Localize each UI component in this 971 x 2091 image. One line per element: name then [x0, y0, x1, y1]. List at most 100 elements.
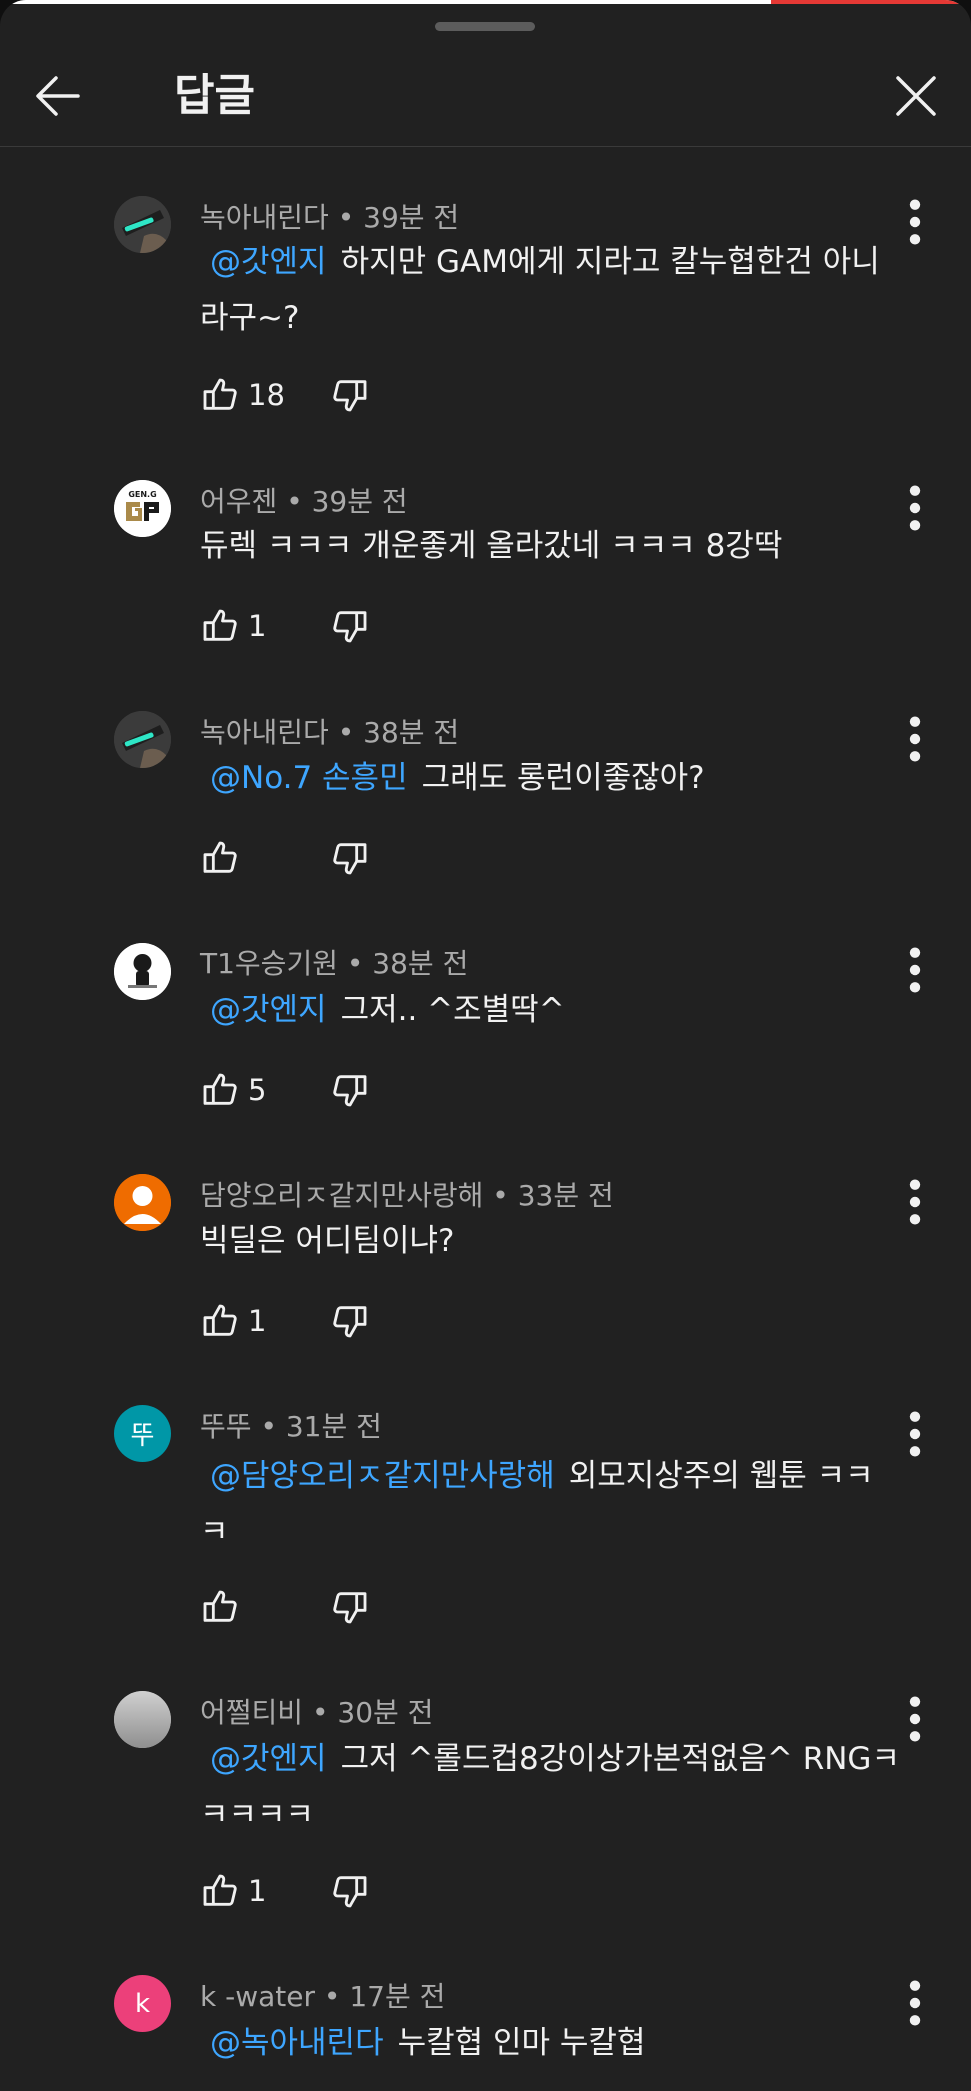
back-button[interactable] — [28, 66, 88, 126]
avatar[interactable] — [114, 943, 171, 1000]
separator-dot: • — [323, 1980, 341, 2013]
thumbs-up-icon — [200, 1301, 240, 1341]
mention-link[interactable]: @갓엔지 — [210, 992, 327, 1028]
comment-author[interactable]: 어우젠 — [200, 485, 277, 518]
thumbs-down-icon — [330, 1871, 370, 1911]
dislike-button[interactable] — [330, 606, 370, 646]
like-count: 5 — [248, 1073, 267, 1107]
comment-author[interactable]: 담양오리ㅈ같지만사랑해 — [200, 1179, 483, 1212]
comment-author[interactable]: T1우승기원 — [200, 947, 338, 980]
thumbs-up-icon — [200, 375, 240, 415]
dislike-button[interactable] — [330, 838, 370, 878]
comment-time: 39분 전 — [311, 485, 408, 518]
replies-header: 답글 — [0, 36, 971, 147]
thumbs-up-icon — [200, 1587, 240, 1627]
comment-menu-button[interactable] — [898, 1977, 932, 2029]
comment-menu-button[interactable] — [898, 713, 932, 765]
like-button[interactable] — [200, 838, 240, 878]
avatar[interactable]: 뚜 — [114, 1405, 171, 1462]
dislike-button[interactable] — [330, 1070, 370, 1110]
more-vertical-icon — [898, 482, 932, 534]
more-vertical-icon — [898, 1408, 932, 1460]
separator-dot: • — [337, 201, 355, 234]
separator-dot: • — [286, 485, 303, 518]
comment-body: 듀렉 ㅋㅋㅋ 개운좋게 올라갔네 ㅋㅋㅋ 8강딱 — [200, 518, 900, 574]
comment-meta: 뚜뚜 • 31분 전 — [200, 1405, 382, 1445]
like-button[interactable] — [200, 1301, 240, 1341]
avatar[interactable] — [114, 196, 171, 253]
mention-link[interactable]: @녹아내린다 — [210, 2025, 384, 2061]
like-button[interactable] — [200, 1871, 240, 1911]
like-count: 1 — [248, 1304, 267, 1338]
comment-author[interactable]: 녹아내린다 — [200, 201, 329, 234]
more-vertical-icon — [898, 1176, 932, 1228]
comment-text: 누칼협 인마 누칼협 — [397, 2025, 646, 2061]
comment-time: 17분 전 — [349, 1980, 446, 2013]
more-vertical-icon — [898, 944, 932, 996]
thumbs-down-icon — [330, 838, 370, 878]
mention-link[interactable]: @담양오리ㅈ같지만사랑해 — [210, 1458, 555, 1494]
comment-menu-button[interactable] — [898, 196, 932, 248]
dislike-button[interactable] — [330, 1587, 370, 1627]
separator-dot: • — [492, 1179, 509, 1212]
dislike-button[interactable] — [330, 1871, 370, 1911]
like-button[interactable] — [200, 1070, 240, 1110]
comment-menu-button[interactable] — [898, 1176, 932, 1228]
like-button[interactable] — [200, 1587, 240, 1627]
comment-menu-button[interactable] — [898, 1693, 932, 1745]
comment-menu-button[interactable] — [898, 1408, 932, 1460]
page-title: 답글 — [174, 70, 255, 121]
default-user-icon — [114, 1174, 171, 1231]
gen-g-logo: GEN.G — [114, 480, 171, 537]
avatar-image — [114, 943, 171, 1000]
comment-time: 38분 전 — [372, 947, 469, 980]
like-count: 18 — [248, 378, 285, 412]
like-button[interactable] — [200, 375, 240, 415]
comment-time: 30분 전 — [337, 1696, 434, 1729]
replies-panel: 답글 녹아내린다 • 39분 전 @갓엔지 하지만 GAM에게 지라고 칼누협한건 — [0, 0, 971, 2091]
separator-dot: • — [346, 947, 364, 980]
comment-author[interactable]: k -water — [200, 1980, 315, 2013]
comment-author[interactable]: 녹아내린다 — [200, 716, 329, 749]
more-vertical-icon — [898, 196, 932, 248]
avatar[interactable]: GEN.G — [114, 480, 171, 537]
mention-link[interactable]: @갓엔지 — [210, 244, 327, 280]
drag-handle[interactable] — [435, 22, 535, 31]
avatar[interactable] — [114, 1174, 171, 1231]
mention-link[interactable]: @갓엔지 — [210, 1741, 327, 1777]
comment-menu-button[interactable] — [898, 482, 932, 534]
close-icon — [896, 76, 936, 116]
thumbs-down-icon — [330, 1301, 370, 1341]
comment-body: @갓엔지 그저 ^롤드컵8강이상가본적없음^ RNGㅋㅋㅋㅋㅋ — [200, 1731, 900, 1843]
comment-author[interactable]: 뚜뚜 — [200, 1410, 252, 1443]
comment-body: @담양오리ㅈ같지만사랑해 외모지상주의 웹툰 ㅋㅋㅋ — [200, 1448, 900, 1560]
thumbs-up-icon — [200, 1070, 240, 1110]
more-vertical-icon — [898, 1693, 932, 1745]
comment-body: @No.7 손흥민 그래도 롱런이좋잖아? — [200, 750, 900, 806]
like-count: 1 — [248, 609, 267, 643]
comment-menu-button[interactable] — [898, 944, 932, 996]
comment-author[interactable]: 어쩔티비 — [200, 1696, 303, 1729]
avatar-image — [114, 711, 171, 768]
comment-text: 빅딜은 어디팀이냐? — [200, 1223, 455, 1259]
svg-text:GEN.G: GEN.G — [128, 490, 156, 499]
avatar[interactable]: k — [114, 1975, 171, 2032]
avatar-letter: 뚜 — [130, 1421, 155, 1451]
separator-dot: • — [311, 1696, 329, 1729]
close-button[interactable] — [886, 66, 946, 126]
separator-dot: • — [337, 716, 355, 749]
comment-meta: 녹아내린다 • 38분 전 — [200, 711, 459, 751]
more-vertical-icon — [898, 1977, 932, 2029]
like-button[interactable] — [200, 606, 240, 646]
avatar[interactable] — [114, 711, 171, 768]
dislike-button[interactable] — [330, 375, 370, 415]
avatar[interactable] — [114, 1691, 171, 1748]
mention-link[interactable]: @No.7 손흥민 — [210, 760, 408, 796]
comment-time: 38분 전 — [363, 716, 460, 749]
like-count: 1 — [248, 1874, 267, 1908]
dislike-button[interactable] — [330, 1301, 370, 1341]
comment-meta: k -water • 17분 전 — [200, 1975, 445, 2015]
comment-body: 빅딜은 어디팀이냐? — [200, 1213, 900, 1269]
thumbs-down-icon — [330, 375, 370, 415]
more-vertical-icon — [898, 713, 932, 765]
